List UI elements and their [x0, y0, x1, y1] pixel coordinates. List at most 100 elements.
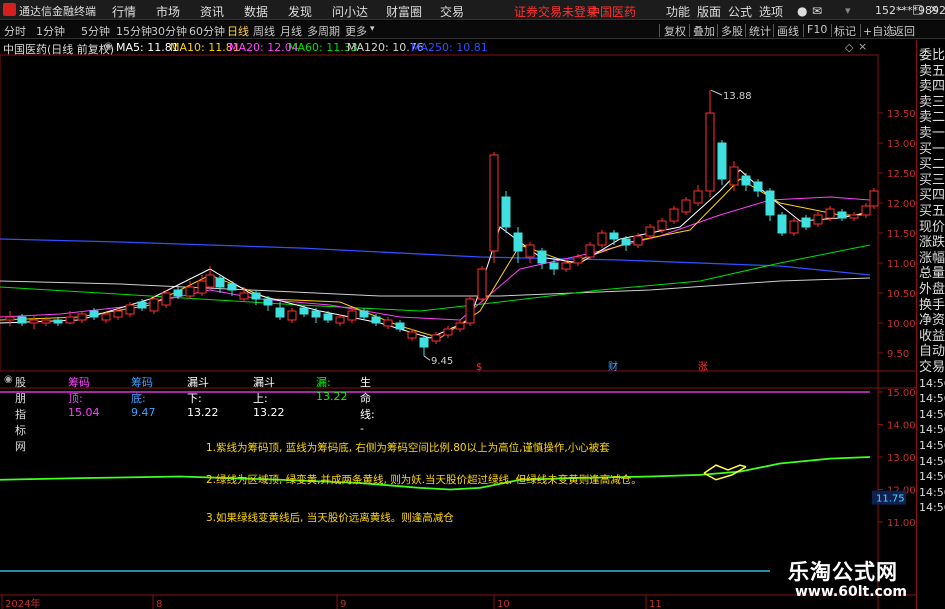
quote-panel-item[interactable]: 卖四: [919, 79, 945, 95]
chart-options-icon[interactable]: ◇: [845, 41, 853, 54]
quote-panel-item[interactable]: 14:56: [919, 485, 945, 501]
toolbar-divider: [831, 24, 832, 37]
menu-faxian[interactable]: 发现: [288, 3, 312, 20]
trade-login-alert[interactable]: 证券交易未登录: [514, 3, 598, 20]
quote-panel-item[interactable]: 现价: [919, 220, 945, 236]
candlestick: [17, 316, 27, 324]
toolbar-divider: [773, 24, 774, 37]
menu-gongshi[interactable]: 公式: [728, 3, 752, 20]
candlestick: [77, 313, 87, 321]
quote-panel-item[interactable]: 外盘: [919, 282, 945, 298]
candlestick: [705, 112, 715, 192]
quote-panel-item[interactable]: 14:56: [919, 438, 945, 454]
menu-zixun[interactable]: 资讯: [200, 3, 224, 20]
menu-hangqing[interactable]: 行情: [112, 3, 136, 20]
tab-more[interactable]: 更多: [345, 23, 367, 39]
ma250-line: [0, 238, 871, 276]
quote-panel-item[interactable]: 14:56: [919, 376, 945, 392]
btn-f10[interactable]: F10: [807, 23, 827, 36]
indicator-settings-icon[interactable]: ◉: [4, 374, 13, 385]
quote-panel-item[interactable]: 委比: [919, 48, 945, 64]
tab-1min[interactable]: 1分钟: [36, 23, 65, 39]
settings-icon[interactable]: ◉: [104, 41, 113, 52]
user-icon[interactable]: ●: [797, 4, 807, 18]
quote-panel-item[interactable]: 卖一: [919, 126, 945, 142]
quote-panel-item[interactable]: 卖二: [919, 110, 945, 126]
toolbar-divider: [689, 24, 690, 37]
tab-daily[interactable]: 日线: [227, 23, 249, 39]
btn-diejia[interactable]: 叠加: [693, 23, 715, 39]
quote-panel-item[interactable]: 交易: [919, 360, 945, 376]
chart-close-icon[interactable]: ×: [858, 40, 867, 53]
candlestick: [323, 313, 333, 321]
price-tick-label: 11.50: [887, 229, 916, 240]
btn-huaxian[interactable]: 画线: [777, 23, 799, 39]
candlestick: [789, 220, 799, 234]
quote-panel-item[interactable]: 14:56: [919, 422, 945, 438]
tab-fenshi[interactable]: 分时: [4, 23, 26, 39]
menu-shuju[interactable]: 数据: [244, 3, 268, 20]
tab-5min[interactable]: 5分钟: [81, 23, 110, 39]
quote-panel-item[interactable]: 总量: [919, 266, 945, 282]
quote-panel-item[interactable]: 14:56: [919, 500, 945, 516]
alert-stock-name[interactable]: 中国医药: [588, 3, 636, 20]
btn-fanhui[interactable]: 返回: [893, 23, 915, 39]
candlestick: [633, 235, 643, 246]
quote-panel-item[interactable]: 买四: [919, 188, 945, 204]
funnel-high-label: 漏斗上: 13.22: [253, 376, 285, 419]
quote-panel-item[interactable]: 涨幅: [919, 251, 945, 267]
candlestick: [149, 298, 159, 312]
tab-monthly[interactable]: 月线: [280, 23, 302, 39]
price-tick-label: 9.50: [887, 349, 909, 360]
minimize-icon[interactable]: –: [898, 2, 904, 16]
quote-panel-item[interactable]: 自动: [919, 344, 945, 360]
candlestick: [455, 322, 465, 330]
tab-30min[interactable]: 30分钟: [151, 23, 187, 39]
mail-icon[interactable]: ✉: [812, 4, 822, 18]
btn-tongji[interactable]: 统计: [749, 23, 771, 39]
quote-panel-item[interactable]: 14:56: [919, 407, 945, 423]
candlestick: [501, 196, 511, 228]
note-1: 1.紫线为筹码顶, 蓝线为筹码底, 右侧为筹码空间比例.80以上为高位,谨慎操作…: [206, 442, 610, 454]
more-dropdown-icon[interactable]: ▾: [370, 24, 375, 34]
btn-fuquan[interactable]: 复权: [664, 23, 686, 39]
kline-chart[interactable]: 13.50 13.00 12.50 12.00 11.50 11.00 10.50 10.00…: [0, 40, 916, 609]
tab-15min[interactable]: 15分钟: [116, 23, 152, 39]
quote-panel-item[interactable]: 涨跌: [919, 235, 945, 251]
candlestick: [669, 208, 679, 222]
quote-panel-item[interactable]: 14:56: [919, 391, 945, 407]
btn-biaoji[interactable]: 标记: [834, 23, 856, 39]
maximize-icon[interactable]: □: [912, 2, 923, 16]
quote-panel-item[interactable]: 净资: [919, 313, 945, 329]
menu-gongneng[interactable]: 功能: [666, 3, 690, 20]
menu-banmian[interactable]: 版面: [697, 3, 721, 20]
quote-panel-item[interactable]: 14:56: [919, 454, 945, 470]
quote-panel-item[interactable]: 买二: [919, 157, 945, 173]
quote-panel-item[interactable]: 收益: [919, 329, 945, 345]
menu-caifuquan[interactable]: 财富圈: [386, 3, 422, 20]
menu-jiaoyi[interactable]: 交易: [440, 3, 464, 20]
menu-wenxiaoda[interactable]: 问小达: [332, 3, 368, 20]
candlestick: [825, 208, 835, 219]
tab-multi-period[interactable]: 多周期: [307, 23, 340, 39]
close-icon[interactable]: ×: [929, 2, 939, 16]
btn-duogu[interactable]: 多股: [721, 23, 743, 39]
quote-panel-item[interactable]: 买五: [919, 204, 945, 220]
candlestick: [419, 337, 429, 348]
quote-panel-item[interactable]: 卖三: [919, 95, 945, 111]
quote-panel-item[interactable]: 换手: [919, 298, 945, 314]
sub-current-value: 11.75: [876, 494, 905, 505]
candlestick: [335, 316, 345, 324]
dropdown-icon[interactable]: ▾: [845, 4, 851, 17]
quote-panel-item[interactable]: 卖五: [919, 64, 945, 80]
candlestick: [101, 313, 111, 321]
menu-xuanxiang[interactable]: 选项: [759, 3, 783, 20]
tab-60min[interactable]: 60分钟: [189, 23, 225, 39]
quote-panel-item[interactable]: 买一: [919, 142, 945, 158]
quote-panel-item[interactable]: 买三: [919, 173, 945, 189]
price-tick-label: 12.50: [887, 169, 916, 180]
quote-panel-item[interactable]: 14:56: [919, 469, 945, 485]
candlestick: [585, 244, 595, 258]
menu-shichang[interactable]: 市场: [156, 3, 180, 20]
tab-weekly[interactable]: 周线: [253, 23, 275, 39]
